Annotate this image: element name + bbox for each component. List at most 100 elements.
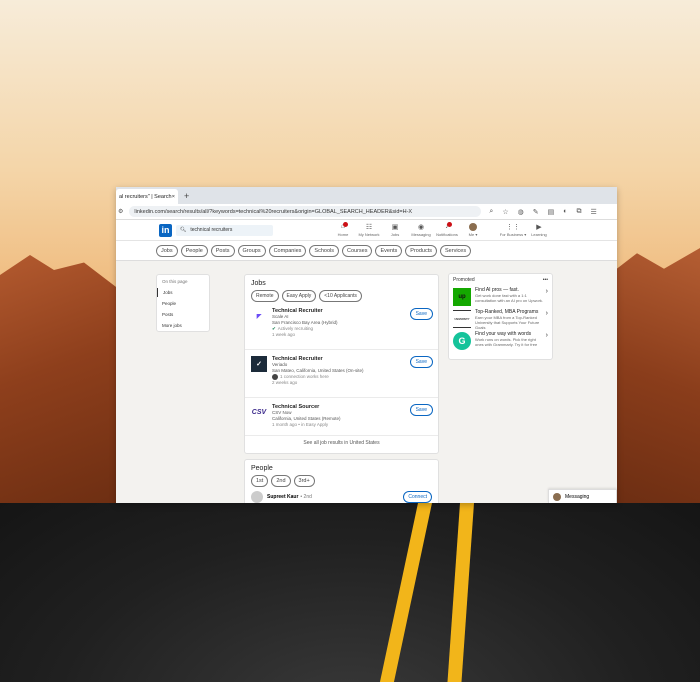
nav-learning[interactable]: ▶ Learning: [526, 223, 552, 237]
filter-people[interactable]: People: [180, 244, 208, 257]
job-item[interactable]: ◤ Technical Recruiter Scale AI San Franc…: [245, 302, 438, 350]
messaging-bar[interactable]: Messaging: [548, 489, 617, 503]
filter-2nd[interactable]: 2nd: [271, 475, 291, 487]
ad-item[interactable]: UNIVERSITY Top-Ranked, MBA Programs Earn…: [449, 308, 552, 330]
filter-under-10-applicants[interactable]: <10 Applicants: [319, 290, 362, 302]
job-meta: 1 month ago • in Easy Apply: [272, 422, 329, 427]
filter-jobs[interactable]: Jobs: [156, 244, 178, 257]
grammarly-logo: G: [453, 332, 471, 350]
filter-easy-apply[interactable]: Easy Apply: [281, 290, 317, 302]
filter-posts[interactable]: Posts: [210, 244, 235, 257]
ad-item[interactable]: up Find AI pros — fast. Get work done fa…: [449, 286, 552, 308]
person-row[interactable]: Supreet Kaur • 2nd Connect: [245, 487, 438, 503]
toolbar-icons: ⌕ ☆ ◍ ✎ ▤ ◐ ⧉ ☰: [489, 208, 596, 216]
promoted-title: Promoted: [453, 277, 475, 283]
chevron-right-icon[interactable]: ›: [546, 310, 548, 317]
section-title: People: [251, 465, 273, 472]
zoom-icon[interactable]: ⌕: [489, 208, 493, 216]
browser-tab[interactable]: al recruiters" | Search ×: [116, 189, 178, 204]
csv-now-logo: CSV: [251, 408, 267, 416]
filter-products[interactable]: Products: [405, 244, 438, 257]
nav-my-network[interactable]: ☷ My Network: [356, 223, 382, 237]
jobs-card: Jobs Remote Easy Apply <10 Applicants ◤ …: [244, 274, 439, 454]
nav-me[interactable]: Me ▾: [460, 223, 486, 237]
card-title: On this page: [162, 279, 188, 284]
see-all-jobs-link[interactable]: See all job results in United States: [245, 436, 438, 450]
save-button[interactable]: Save: [409, 404, 433, 416]
job-item[interactable]: CSV Technical Sourcer CSV Now California…: [245, 398, 438, 436]
nav-home[interactable]: ⌂ Home: [330, 222, 356, 237]
university-logo: UNIVERSITY: [453, 310, 471, 328]
filter-1st[interactable]: 1st: [251, 475, 269, 487]
save-button[interactable]: Save: [409, 356, 433, 368]
message-icon: ◉: [417, 224, 425, 231]
extension-icon[interactable]: ✎: [533, 208, 539, 216]
nav-notifications[interactable]: ♪ Notifications: [434, 222, 460, 237]
filter-remote[interactable]: Remote: [251, 290, 279, 302]
avatar: [469, 223, 477, 231]
page-link-people[interactable]: People: [157, 299, 209, 308]
messaging-label: Messaging: [565, 493, 590, 500]
site-settings-icon[interactable]: ⚙: [118, 208, 123, 215]
page-link-more-jobs[interactable]: More jobs: [157, 321, 209, 330]
tab-title: al recruiters" | Search: [119, 193, 172, 200]
upwork-logo: up: [453, 288, 471, 306]
veriado-logo: ✓: [251, 356, 267, 372]
nav-messaging[interactable]: ◉ Messaging: [408, 223, 434, 237]
chevron-right-icon[interactable]: ›: [546, 332, 548, 339]
ad-item[interactable]: G Find your way with words Work runs on …: [449, 330, 552, 352]
ad-text: Work runs on words. Pick the right ones …: [475, 337, 538, 347]
search-input[interactable]: 🔍︎ technical recruiters: [176, 224, 273, 236]
url-field[interactable]: linkedin.com/search/results/all/?keyword…: [129, 206, 482, 217]
notification-badge: [343, 222, 349, 227]
new-tab-button[interactable]: +: [184, 189, 189, 204]
connection-degree: • 2nd: [300, 494, 312, 500]
linkedin-logo[interactable]: in: [159, 223, 172, 237]
queue-icon[interactable]: ☰: [590, 208, 596, 216]
job-item[interactable]: ✓ Technical Recruiter Veriado San Mateo,…: [245, 350, 438, 398]
filter-groups[interactable]: Groups: [237, 244, 266, 257]
person-name[interactable]: Supreet Kaur: [267, 494, 298, 500]
grid-icon: ⋮⋮: [506, 224, 520, 231]
job-time: 2 weeks ago: [272, 380, 298, 385]
filter-schools[interactable]: Schools: [309, 244, 339, 257]
connect-button[interactable]: Connect: [403, 491, 432, 503]
search-filter-bar: Jobs People Posts Groups Companies Schoo…: [116, 241, 617, 261]
nav-jobs[interactable]: ▣ Jobs: [382, 223, 408, 237]
wallpaper-rocks-left: [0, 255, 120, 505]
chevron-right-icon[interactable]: ›: [546, 288, 548, 295]
wallpaper-rocks-right: [610, 248, 700, 508]
extension-icon[interactable]: ▤: [548, 208, 555, 216]
save-button[interactable]: Save: [409, 308, 433, 320]
avatar: [553, 492, 561, 501]
close-icon[interactable]: ×: [172, 194, 175, 200]
bookmark-star-icon[interactable]: ☆: [502, 208, 508, 216]
filter-courses[interactable]: Courses: [341, 244, 373, 257]
puzzle-icon[interactable]: ⧉: [576, 208, 581, 216]
tab-strip: al recruiters" | Search × +: [116, 187, 617, 204]
browser-window: al recruiters" | Search × + ⚙ linkedin.c…: [116, 187, 617, 503]
extension-icon[interactable]: ◐: [563, 208, 567, 216]
people-card: People 1st 2nd 3rd+ Supreet Kaur • 2nd C…: [244, 459, 439, 503]
extension-icon[interactable]: ◍: [518, 208, 524, 216]
ad-text: Earn your MBA from a Top-Ranked Universi…: [475, 315, 540, 330]
search-icon: 🔍︎: [180, 227, 187, 233]
filter-companies[interactable]: Companies: [268, 244, 307, 257]
page-link-posts[interactable]: Posts: [157, 310, 209, 319]
bell-icon: ♪: [445, 222, 452, 232]
filter-services[interactable]: Services: [440, 244, 472, 257]
more-icon[interactable]: •••: [543, 277, 548, 283]
section-title: Jobs: [251, 280, 266, 287]
filter-3rd[interactable]: 3rd+: [293, 475, 315, 487]
nav-for-business[interactable]: ⋮⋮ For Business ▾: [500, 223, 526, 237]
avatar: [251, 491, 263, 503]
network-icon: ☷: [365, 224, 373, 231]
home-icon: ⌂: [341, 222, 349, 232]
promoted-card: Promoted ••• up Find AI pros — fast. Get…: [448, 273, 553, 360]
scale-ai-logo: ◤: [256, 313, 262, 320]
ad-text: Get work done fast with a 1:1 consultati…: [475, 293, 544, 303]
on-this-page-card: On this page Jobs People Posts More jobs: [156, 274, 210, 332]
filter-events[interactable]: Events: [375, 244, 403, 257]
briefcase-icon: ▣: [391, 224, 399, 231]
page-link-jobs[interactable]: Jobs: [157, 288, 209, 297]
